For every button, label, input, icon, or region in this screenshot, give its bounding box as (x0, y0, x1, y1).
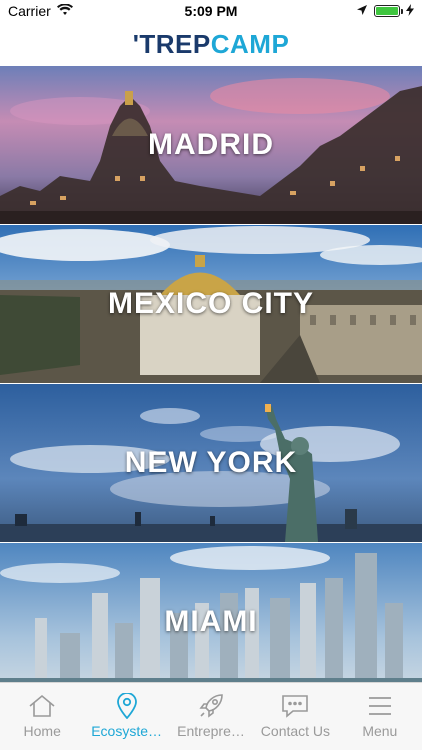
tab-home[interactable]: Home (0, 683, 84, 750)
logo-trep: TREP (139, 28, 211, 59)
city-name: NEW YORK (124, 446, 298, 479)
status-bar: Carrier 5:09 PM (0, 0, 422, 22)
tab-contact-us[interactable]: Contact Us (253, 683, 337, 750)
location-arrow-icon (356, 3, 368, 19)
tab-bar: Home Ecosyste… Entrepre… Contact Us Menu (0, 682, 422, 750)
tab-entrepreneurs[interactable]: Entrepre… (169, 683, 253, 750)
carrier-label: Carrier (8, 3, 51, 19)
trepcamp-logo: 'TREPCAMP (133, 29, 290, 60)
location-pin-icon (112, 693, 142, 719)
home-icon (27, 693, 57, 719)
tab-label: Contact Us (260, 723, 331, 739)
charging-icon (406, 3, 414, 19)
tab-menu[interactable]: Menu (338, 683, 422, 750)
chat-icon (280, 693, 310, 719)
city-card-miami[interactable]: MIAMI (0, 543, 422, 682)
tab-ecosystem[interactable]: Ecosyste… (84, 683, 168, 750)
tab-label: Ecosyste… (91, 723, 163, 739)
tab-label: Home (23, 723, 61, 739)
battery-fill (376, 7, 398, 15)
rocket-icon (196, 693, 226, 719)
tab-label: Menu (362, 723, 398, 739)
wifi-icon (56, 3, 73, 19)
menu-icon (365, 693, 395, 719)
city-card-new-york[interactable]: NEW YORK (0, 384, 422, 542)
battery-icon (374, 5, 403, 17)
city-card-mexico-city[interactable]: MEXICO CITY (0, 225, 422, 383)
city-name: MADRID (148, 128, 274, 161)
city-name: MEXICO CITY (107, 287, 314, 320)
tab-label: Entrepre… (177, 723, 245, 739)
city-list: MADRID MEXICO CITY NEW YORK MIAMI (0, 66, 422, 682)
logo-camp: CAMP (210, 28, 290, 59)
city-name: MIAMI (164, 605, 258, 638)
city-card-madrid[interactable]: MADRID (0, 66, 422, 224)
app-header: 'TREPCAMP (0, 22, 422, 66)
